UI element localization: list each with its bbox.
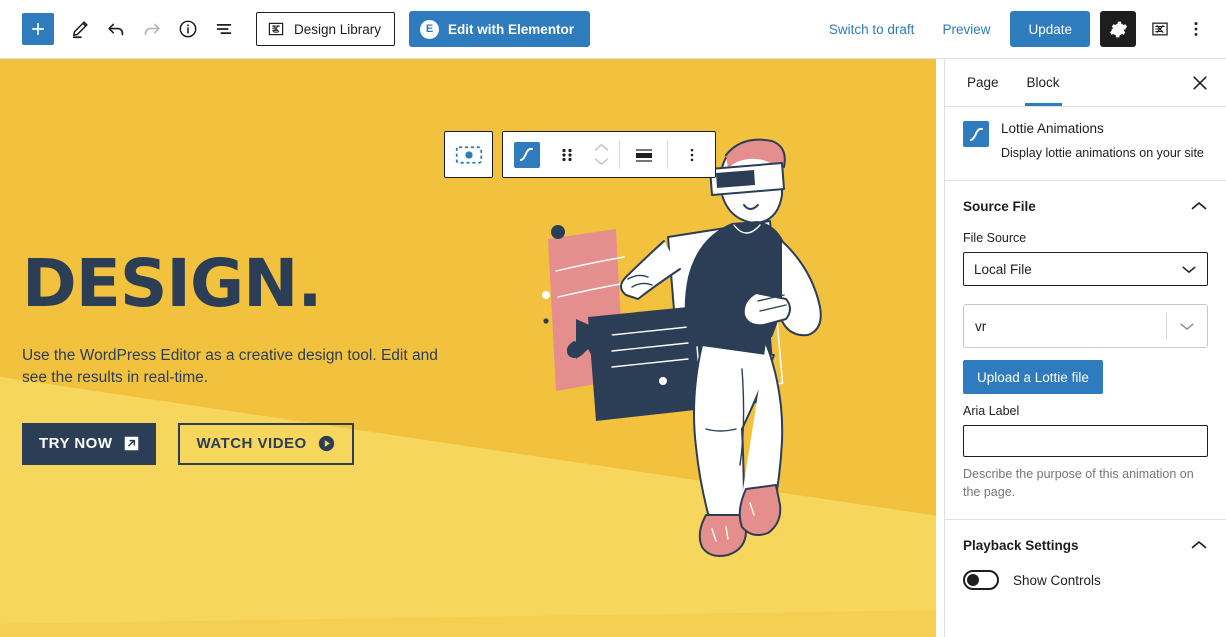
show-controls-row: Show Controls xyxy=(963,570,1208,591)
playback-settings-title: Playback Settings xyxy=(963,537,1079,553)
source-file-section-header[interactable]: Source File xyxy=(963,181,1208,231)
update-button[interactable]: Update xyxy=(1010,11,1090,47)
watch-video-label: WATCH VIDEO xyxy=(196,435,307,453)
block-type-icon[interactable] xyxy=(503,132,550,177)
redo-icon[interactable] xyxy=(134,11,170,47)
block-info-card: Lottie Animations Display lottie animati… xyxy=(945,107,1226,182)
top-bar-left-group: Design Library E Edit with Elementor xyxy=(0,11,591,47)
elementor-logo-icon: E xyxy=(420,19,440,39)
block-mover xyxy=(584,132,619,177)
more-options-icon[interactable] xyxy=(1178,11,1214,47)
try-now-label: TRY NOW xyxy=(39,435,113,453)
add-block-button[interactable] xyxy=(22,13,54,45)
top-bar-right-group: Switch to draft Preview Update xyxy=(815,11,1226,47)
playback-settings-header[interactable]: Playback Settings xyxy=(963,520,1208,570)
aria-label-input[interactable] xyxy=(963,425,1208,458)
source-file-section: Source File File Source Local File vr Up… xyxy=(945,181,1226,521)
file-picker-value: vr xyxy=(975,318,987,334)
chevron-down-icon[interactable] xyxy=(1167,321,1207,332)
playback-settings-section: Playback Settings Show Controls xyxy=(945,520,1226,608)
hero-section[interactable]: DESIGN. Use the WordPress Editor as a cr… xyxy=(0,59,936,637)
block-more-options-icon[interactable] xyxy=(668,132,715,177)
switch-to-draft-button[interactable]: Switch to draft xyxy=(815,11,929,47)
source-file-title: Source File xyxy=(963,198,1036,214)
block-info-text: Lottie Animations Display lottie animati… xyxy=(1001,121,1204,162)
show-controls-label: Show Controls xyxy=(1013,572,1101,588)
hero-title: DESIGN. xyxy=(22,245,322,322)
move-down-icon[interactable] xyxy=(593,156,610,167)
design-library-label: Design Library xyxy=(294,21,382,37)
hero-background-wedge-bottom xyxy=(0,610,936,637)
tab-block[interactable]: Block xyxy=(1013,59,1074,106)
select-parent-block-icon[interactable] xyxy=(445,132,492,177)
aria-label-help-text: Describe the purpose of this animation o… xyxy=(963,467,1194,500)
settings-gear-icon[interactable] xyxy=(1100,11,1136,47)
close-icon[interactable] xyxy=(1184,67,1216,99)
toggle-knob xyxy=(967,574,979,587)
editor-top-bar: Design Library E Edit with Elementor Swi… xyxy=(0,0,1226,59)
edit-with-elementor-label: Edit with Elementor xyxy=(448,21,575,37)
drag-handle-icon[interactable] xyxy=(550,132,584,177)
hero-button-group: TRY NOW WATCH VIDEO xyxy=(22,422,442,465)
vr-headset-person-illustration[interactable] xyxy=(520,129,840,574)
tab-page[interactable]: Page xyxy=(953,59,1013,106)
external-link-icon xyxy=(124,436,139,451)
undo-icon[interactable] xyxy=(98,11,134,47)
file-source-value: Local File xyxy=(974,261,1032,277)
lottie-curve-icon xyxy=(963,121,989,147)
upload-lottie-file-button[interactable]: Upload a Lottie file xyxy=(963,360,1103,395)
info-icon[interactable] xyxy=(170,11,206,47)
block-settings-sidebar: Page Block Lottie Animations Display lot… xyxy=(944,59,1226,637)
chevron-up-icon xyxy=(1190,200,1208,212)
chevron-up-icon xyxy=(1190,539,1208,551)
decorative-dot xyxy=(542,291,550,299)
select-parent-group xyxy=(444,131,493,178)
block-controls-group xyxy=(502,131,716,178)
sidebar-tabs: Page Block xyxy=(945,59,1226,107)
align-icon[interactable] xyxy=(620,132,667,177)
file-source-select[interactable]: Local File xyxy=(963,252,1208,287)
file-picker-combobox[interactable]: vr xyxy=(963,304,1208,349)
block-toolbar xyxy=(444,131,716,178)
play-circle-icon xyxy=(318,435,335,452)
watch-video-button[interactable]: WATCH VIDEO xyxy=(177,422,354,465)
aria-label-label: Aria Label xyxy=(963,404,1020,419)
elementor-settings-icon[interactable] xyxy=(1142,11,1178,47)
edit-with-elementor-button[interactable]: E Edit with Elementor xyxy=(409,11,591,47)
hero-content: DESIGN. Use the WordPress Editor as a cr… xyxy=(22,251,442,465)
decorative-dot xyxy=(543,318,549,324)
show-controls-toggle[interactable] xyxy=(963,570,999,591)
list-view-icon[interactable] xyxy=(206,11,242,47)
move-up-icon[interactable] xyxy=(593,142,610,153)
try-now-button[interactable]: TRY NOW xyxy=(22,422,156,465)
block-description: Display lottie animations on your site xyxy=(1001,146,1204,160)
decorative-dot xyxy=(621,320,627,326)
preview-button[interactable]: Preview xyxy=(928,11,1004,47)
decorative-dot xyxy=(659,377,667,385)
block-title: Lottie Animations xyxy=(1001,121,1104,136)
design-library-icon xyxy=(267,20,285,38)
editor-canvas: DESIGN. Use the WordPress Editor as a cr… xyxy=(0,59,936,637)
chevron-down-icon xyxy=(1181,264,1197,275)
hero-subtitle: Use the WordPress Editor as a creative d… xyxy=(22,347,438,387)
edit-pencil-icon[interactable] xyxy=(62,11,98,47)
design-library-button[interactable]: Design Library xyxy=(256,12,396,46)
file-source-label: File Source xyxy=(963,231,1027,246)
lottie-curve-icon xyxy=(513,141,540,168)
